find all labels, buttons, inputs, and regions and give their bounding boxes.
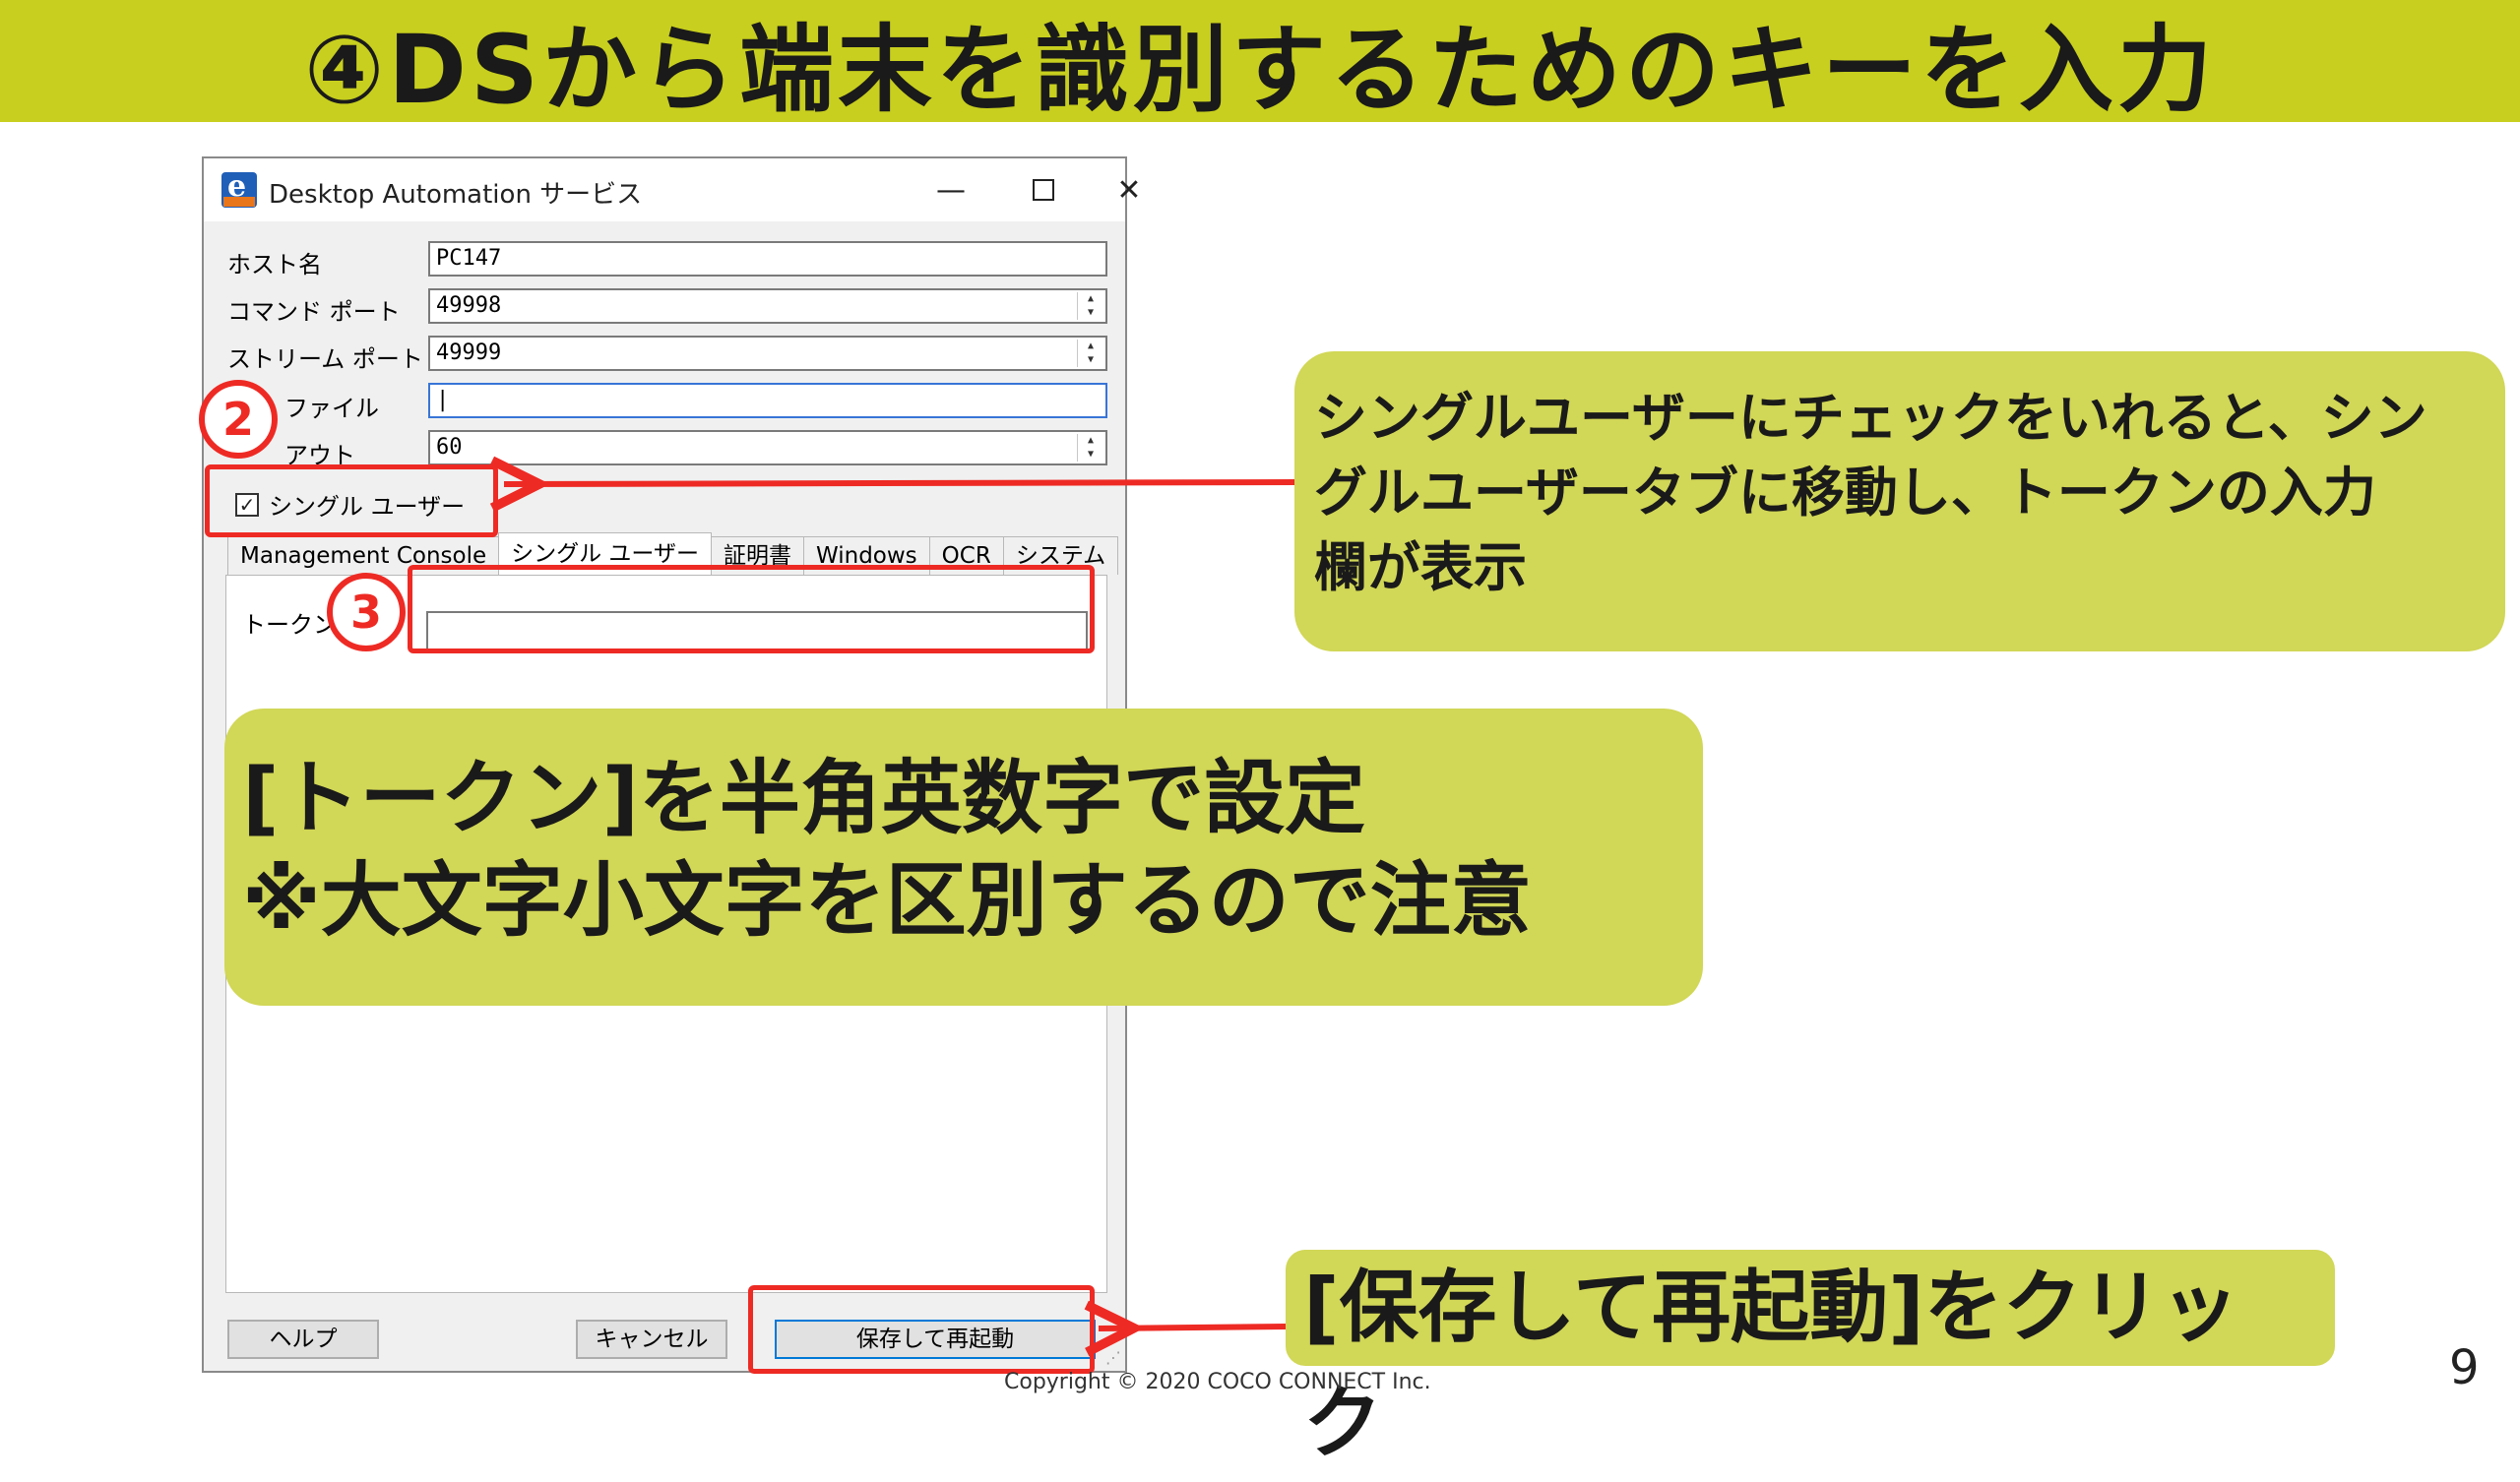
save-button-highlight <box>748 1285 1095 1374</box>
callout-line: シングルユーザーにチェックをいれると、シン <box>1314 387 2427 449</box>
spin-up-icon[interactable]: ▲ <box>1078 292 1103 306</box>
spin-down-icon[interactable]: ▼ <box>1078 306 1103 320</box>
stream-port-input[interactable]: 49999 ▲ ▼ <box>428 336 1107 371</box>
close-button[interactable]: ✕ <box>1102 166 1157 214</box>
slide-title: ④DSから端末を識別するためのキーを入力 <box>303 14 2217 125</box>
timeout-input[interactable]: 60 ▲ ▼ <box>428 430 1107 465</box>
callout-line: [トークン]を半角英数字で設定 <box>242 752 1365 845</box>
command-port-label: コマンド ポート <box>227 298 401 326</box>
step-3-marker: 3 <box>327 573 406 651</box>
token-callout: [トークン]を半角英数字で設定 ※大文字小文字を区別するので注意 <box>224 709 1703 1006</box>
window-title: Desktop Automation サービス <box>269 180 643 210</box>
spin-down-icon[interactable]: ▼ <box>1078 353 1103 367</box>
single-user-highlight <box>205 464 498 537</box>
token-highlight <box>408 565 1095 653</box>
save-callout: [保存して再起動]をクリック <box>1286 1250 2335 1469</box>
slide-header: ④DSから端末を識別するためのキーを入力 <box>0 0 2520 125</box>
host-label: ホスト名 <box>227 251 322 278</box>
command-port-value: 49998 <box>436 293 502 318</box>
maximize-button[interactable] <box>1009 166 1078 214</box>
stream-port-spinner[interactable]: ▲ ▼ <box>1077 340 1103 367</box>
log-file-label: ファイル <box>284 395 379 422</box>
timeout-spinner[interactable]: ▲ ▼ <box>1077 434 1103 462</box>
spin-down-icon[interactable]: ▼ <box>1078 448 1103 462</box>
copyright-footer: Copyright © 2020 COCO CONNECT Inc. <box>1004 1370 1431 1394</box>
cancel-button[interactable]: キャンセル <box>576 1320 727 1359</box>
spin-up-icon[interactable]: ▲ <box>1078 340 1103 353</box>
help-button[interactable]: ヘルプ <box>227 1320 379 1359</box>
callout-line: 欄が表示 <box>1314 536 1527 598</box>
spin-up-icon[interactable]: ▲ <box>1078 434 1103 448</box>
host-input[interactable]: PC147 <box>428 241 1107 277</box>
command-port-spinner[interactable]: ▲ ▼ <box>1077 292 1103 320</box>
window-titlebar: Desktop Automation サービス — ✕ <box>204 158 1142 221</box>
step-2-marker: 2 <box>199 380 278 459</box>
callout-line: [保存して再起動]をクリック <box>1303 1262 2239 1469</box>
maximize-icon <box>1033 179 1054 201</box>
stream-port-value: 49999 <box>436 340 502 365</box>
minimize-button[interactable]: — <box>916 166 985 214</box>
log-file-input[interactable]: | <box>428 383 1107 418</box>
token-label: トークン <box>242 611 337 639</box>
command-port-input[interactable]: 49998 ▲ ▼ <box>428 288 1107 324</box>
callout-line: グルユーザータブに移動し、トークンの入力 <box>1314 462 2376 524</box>
app-icon <box>221 169 257 208</box>
stream-port-label: ストリーム ポート <box>227 345 423 373</box>
resize-grip-icon[interactable]: ⋰ <box>1105 1348 1121 1367</box>
page-number: 9 <box>2449 1340 2480 1395</box>
single-user-callout: シングルユーザーにチェックをいれると、シン グルユーザータブに移動し、トークンの… <box>1294 351 2505 651</box>
callout-line: ※大文字小文字を区別するので注意 <box>242 854 1532 948</box>
timeout-value: 60 <box>436 435 463 460</box>
